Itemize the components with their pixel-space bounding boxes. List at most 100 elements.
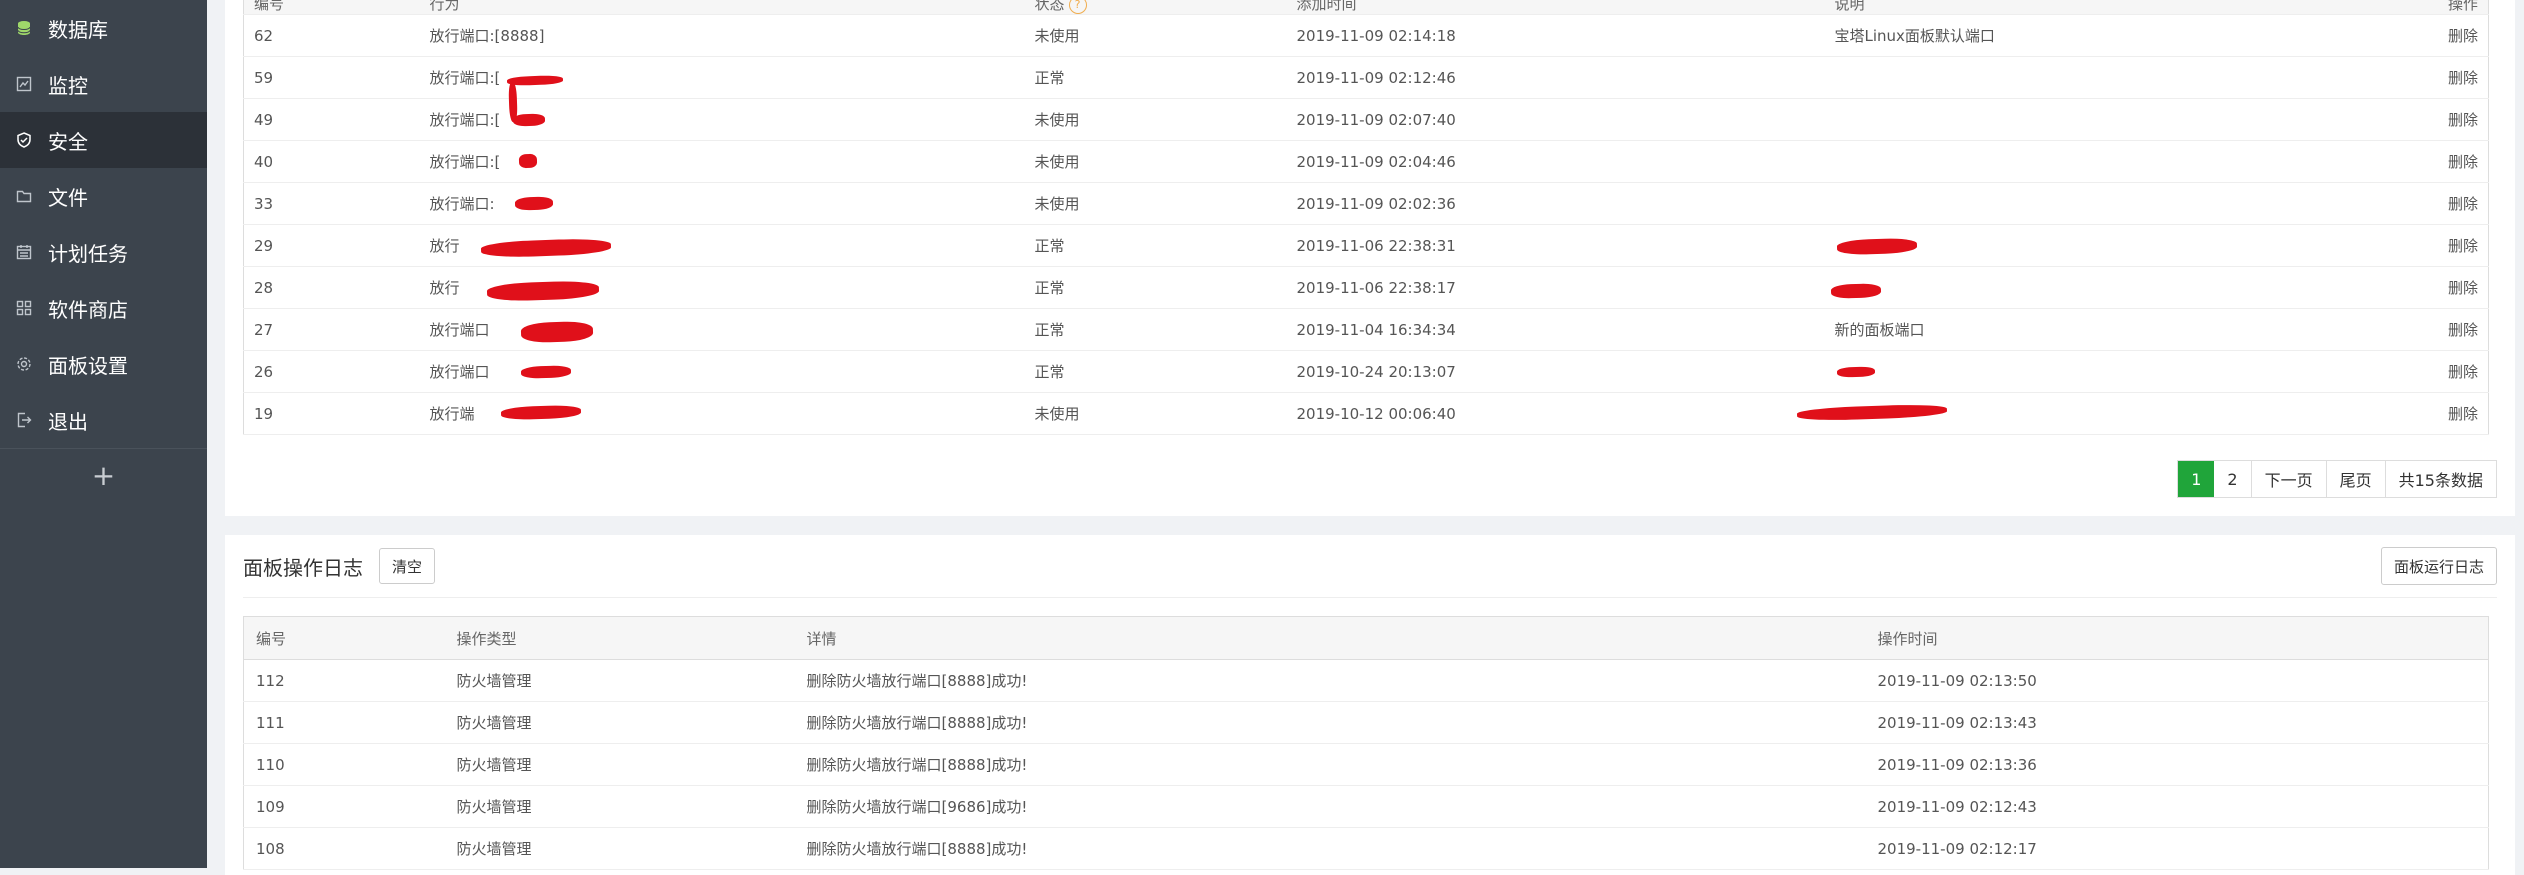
row-status: 正常 xyxy=(1024,56,1287,99)
table-row: 112 防火墙管理 删除防火墙放行端口[8888]成功! 2019-11-09 02:… xyxy=(243,659,2489,702)
row-note: 新的面板端口 xyxy=(1824,308,2329,351)
row-time: 2019-10-24 20:13:07 xyxy=(1286,350,1825,393)
row-time: 2019-11-09 02:07:40 xyxy=(1286,98,1825,141)
row-time: 2019-11-09 02:12:17 xyxy=(1865,827,2489,870)
col-time: 添加时间 xyxy=(1286,0,1825,15)
delete-link[interactable]: 删除 xyxy=(2328,392,2489,435)
sidebar-item-settings[interactable]: 面板设置 xyxy=(0,336,207,392)
sidebar-item-files[interactable]: 文件 xyxy=(0,168,207,224)
col-id: 编号 xyxy=(243,616,445,660)
delete-link[interactable]: 删除 xyxy=(2328,308,2489,351)
redaction-mark xyxy=(512,113,546,127)
row-id: 62 xyxy=(243,14,420,57)
row-id: 28 xyxy=(243,266,420,309)
calendar-icon xyxy=(16,244,32,260)
sidebar-item-store[interactable]: 软件商店 xyxy=(0,280,207,336)
row-action: 放行端口 xyxy=(419,308,1025,351)
row-note xyxy=(1824,350,2329,393)
database-icon xyxy=(16,20,32,36)
delete-link[interactable]: 删除 xyxy=(2328,350,2489,393)
sidebar-item-monitor[interactable]: 监控 xyxy=(0,56,207,112)
row-type: 防火墙管理 xyxy=(444,659,795,702)
delete-link[interactable]: 删除 xyxy=(2328,266,2489,309)
delete-link[interactable]: 删除 xyxy=(2328,14,2489,57)
row-time: 2019-11-09 02:13:36 xyxy=(1865,743,2489,786)
pagination: 1 2 下一页 尾页 共15条数据 xyxy=(2177,460,2497,498)
oplog-panel: 面板操作日志 清空 面板运行日志 编号 操作类型 详情 操作时间 112 防火墙管… xyxy=(225,535,2515,875)
table-row: 110 防火墙管理 删除防火墙放行端口[8888]成功! 2019-11-09 02:… xyxy=(243,743,2489,786)
main-content: 编号 行为 状态? 添加时间 说明 操作 62 放行端口:[8888] 未使用 201… xyxy=(207,0,2524,875)
row-status: 正常 xyxy=(1024,308,1287,351)
row-note xyxy=(1824,98,2329,141)
row-note xyxy=(1824,56,2329,99)
row-id: 19 xyxy=(243,392,420,435)
sidebar-item-cron[interactable]: 计划任务 xyxy=(0,224,207,280)
delete-link[interactable]: 删除 xyxy=(2328,140,2489,183)
col-note: 说明 xyxy=(1824,0,2329,15)
next-page-button[interactable]: 下一页 xyxy=(2251,461,2327,497)
row-time: 2019-11-09 02:12:43 xyxy=(1865,785,2489,828)
row-detail: 删除防火墙放行端口[8888]成功! xyxy=(794,659,1866,702)
row-action: 放行端口 xyxy=(419,350,1025,393)
row-status: 正常 xyxy=(1024,266,1287,309)
run-log-button[interactable]: 面板运行日志 xyxy=(2380,547,2497,585)
row-action: 放行端口:[ xyxy=(419,140,1025,183)
row-id: 108 xyxy=(243,827,445,870)
row-action: 放行端口:[8888] xyxy=(419,14,1025,57)
col-detail: 详情 xyxy=(794,616,1866,660)
row-type: 防火墙管理 xyxy=(444,701,795,744)
col-type: 操作类型 xyxy=(444,616,795,660)
col-status: 状态? xyxy=(1024,0,1287,15)
row-time: 2019-11-09 02:04:46 xyxy=(1286,140,1825,183)
help-icon[interactable]: ? xyxy=(1068,0,1087,14)
sidebar-item-logout[interactable]: 退出 xyxy=(0,392,207,448)
table-row: 108 防火墙管理 删除防火墙放行端口[8888]成功! 2019-11-09 02:… xyxy=(243,827,2489,870)
table-row: 33 放行端口: 未使用 2019-11-09 02:02:36 删除 xyxy=(243,182,2489,225)
row-detail: 删除防火墙放行端口[8888]成功! xyxy=(794,827,1866,870)
row-note xyxy=(1824,266,2329,309)
delete-link[interactable]: 删除 xyxy=(2328,56,2489,99)
sidebar: 数据库 监控 安全 文件 计划任务 软件商店 面板设置 退出 + xyxy=(0,0,207,868)
row-status: 正常 xyxy=(1024,224,1287,267)
last-page-button[interactable]: 尾页 xyxy=(2326,461,2386,497)
row-type: 防火墙管理 xyxy=(444,785,795,828)
oplog-title: 面板操作日志 xyxy=(243,555,363,580)
row-detail: 删除防火墙放行端口[9686]成功! xyxy=(794,785,1866,828)
gear-icon xyxy=(16,356,32,372)
row-id: 111 xyxy=(243,701,445,744)
row-action: 放行端口: xyxy=(419,182,1025,225)
row-id: 27 xyxy=(243,308,420,351)
delete-link[interactable]: 删除 xyxy=(2328,182,2489,225)
firewall-panel: 编号 行为 状态? 添加时间 说明 操作 62 放行端口:[8888] 未使用 201… xyxy=(225,0,2515,516)
row-status: 未使用 xyxy=(1024,140,1287,183)
table-row: 40 放行端口:[未使用 2019-11-09 02:04:46 删除 xyxy=(243,140,2489,183)
row-status: 正常 xyxy=(1024,350,1287,393)
col-time: 操作时间 xyxy=(1865,616,2489,660)
total-count: 共15条数据 xyxy=(2385,461,2496,497)
sidebar-item-security[interactable]: 安全 xyxy=(0,112,207,168)
row-status: 未使用 xyxy=(1024,14,1287,57)
page-2-button[interactable]: 2 xyxy=(2214,461,2252,497)
page-1-button[interactable]: 1 xyxy=(2178,461,2215,497)
row-note xyxy=(1824,182,2329,225)
sidebar-item-database[interactable]: 数据库 xyxy=(0,0,207,56)
logout-icon xyxy=(16,412,32,428)
col-action: 行为 xyxy=(419,0,1025,15)
row-id: 109 xyxy=(243,785,445,828)
row-id: 29 xyxy=(243,224,420,267)
row-id: 33 xyxy=(243,182,420,225)
delete-link[interactable]: 删除 xyxy=(2328,224,2489,267)
sidebar-item-label: 安全 xyxy=(48,129,88,154)
row-type: 防火墙管理 xyxy=(444,827,795,870)
row-status: 未使用 xyxy=(1024,98,1287,141)
row-time: 2019-11-09 02:02:36 xyxy=(1286,182,1825,225)
row-time: 2019-11-04 16:34:34 xyxy=(1286,308,1825,351)
add-menu-button[interactable]: + xyxy=(0,448,207,501)
grid-icon xyxy=(16,300,32,316)
clear-log-button[interactable]: 清空 xyxy=(379,548,436,584)
delete-link[interactable]: 删除 xyxy=(2328,98,2489,141)
monitor-icon xyxy=(16,76,32,92)
table-row: 59 放行端口:[正常 2019-11-09 02:12:46 删除 xyxy=(243,56,2489,99)
row-status: 未使用 xyxy=(1024,182,1287,225)
row-time: 2019-10-12 00:06:40 xyxy=(1286,392,1825,435)
